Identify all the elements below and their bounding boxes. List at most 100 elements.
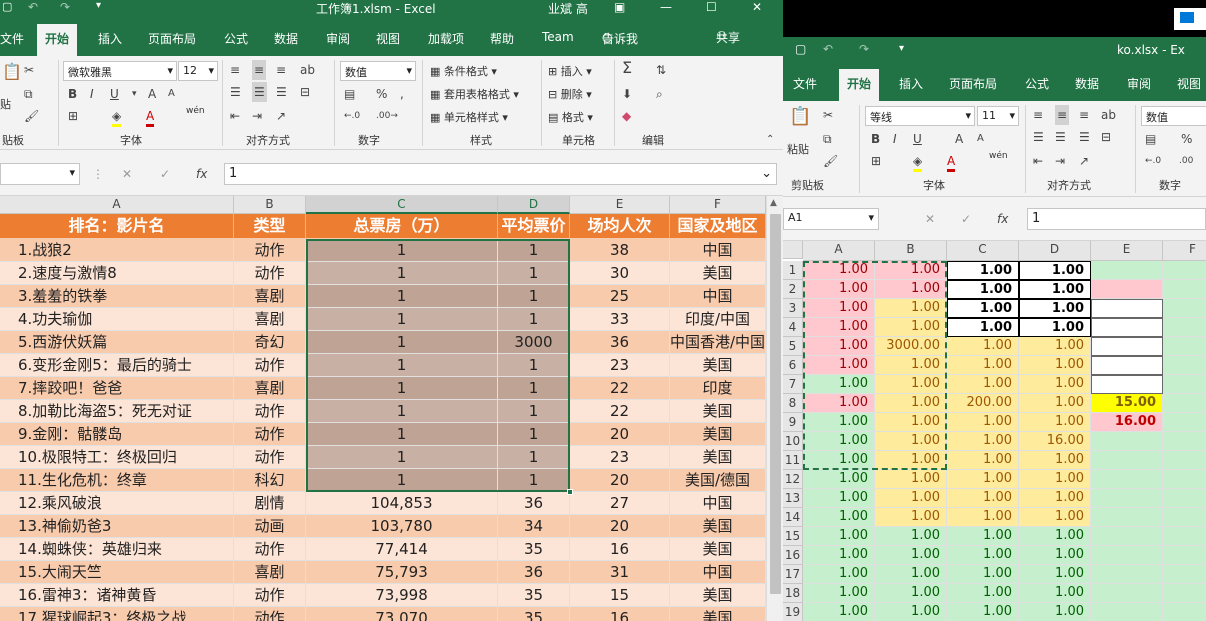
align-left-icon[interactable]: ☰	[1033, 129, 1044, 145]
grid-cell[interactable]	[1163, 299, 1206, 318]
grid-cell[interactable]: 1.00	[947, 432, 1019, 451]
font-color-icon[interactable]: A	[146, 108, 155, 127]
font-size-select[interactable]: 12 ▾	[178, 61, 218, 81]
worksheet-grid[interactable]: A B C D E F 排名：影片名 类型 总票房（万） 平均票价 场均人次 国家及地区 1.战狼2 动作…	[0, 196, 783, 621]
row-header[interactable]: 13	[783, 489, 803, 508]
orientation-icon[interactable]: ↗	[1079, 153, 1089, 169]
row-header[interactable]: 11	[783, 451, 803, 470]
tab-file[interactable]: 文件	[793, 75, 817, 92]
grid-cell[interactable]: 1.00	[803, 565, 875, 584]
row-header[interactable]: 2	[783, 280, 803, 299]
align-right-icon[interactable]: ☰	[276, 84, 287, 100]
column-header-e[interactable]: E	[1091, 241, 1163, 261]
table-cell[interactable]: 35	[498, 607, 570, 621]
table-cell[interactable]: 1	[306, 331, 498, 354]
number-format-select[interactable]: 数值	[1141, 106, 1206, 126]
table-cell[interactable]: 36	[570, 331, 670, 354]
tab-page-layout[interactable]: 页面布局	[949, 75, 997, 92]
align-top-icon[interactable]: ≡	[230, 62, 240, 78]
row-header[interactable]: 5	[783, 337, 803, 356]
grid-cell[interactable]	[1163, 565, 1206, 584]
grid-cell[interactable]: 1.00	[947, 451, 1019, 470]
table-cell[interactable]: 1	[306, 354, 498, 377]
grid-cell[interactable]: 15.00	[1091, 394, 1163, 413]
column-header-f[interactable]: F	[1163, 241, 1206, 261]
table-cell[interactable]: 美国	[670, 400, 766, 423]
table-cell[interactable]: 印度	[670, 377, 766, 400]
grid-cell[interactable]: 1.00	[1019, 451, 1091, 470]
insert-function-icon[interactable]: fx	[997, 211, 1008, 227]
tab-home[interactable]: 开始	[37, 24, 78, 59]
grid-cell[interactable]	[1091, 432, 1163, 451]
grid-cell[interactable]: 1.00	[1019, 565, 1091, 584]
wrap-text-icon[interactable]: ab	[300, 62, 315, 78]
grid-cell[interactable]: 1.00	[803, 584, 875, 603]
table-cell[interactable]: 动作	[234, 423, 306, 446]
grid-cell[interactable]	[1163, 603, 1206, 621]
grid-cell[interactable]: 1.00	[803, 375, 875, 394]
grid-cell[interactable]	[1091, 489, 1163, 508]
grid-cell[interactable]	[1091, 603, 1163, 621]
table-cell[interactable]: 动作	[234, 354, 306, 377]
row-header[interactable]: 6	[783, 356, 803, 375]
minimize-icon[interactable]: —	[660, 0, 672, 14]
align-center-icon[interactable]: ☰	[1055, 129, 1066, 145]
insert-function-icon[interactable]: fx	[196, 166, 207, 182]
grid-cell[interactable]	[1091, 584, 1163, 603]
grid-cell[interactable]: 1.00	[803, 603, 875, 621]
tab-insert[interactable]: 插入	[899, 75, 923, 92]
grid-cell[interactable]	[1163, 337, 1206, 356]
table-cell[interactable]: 美国	[670, 607, 766, 621]
table-cell[interactable]: 喜剧	[234, 561, 306, 584]
grid-cell[interactable]: 1.00	[1019, 375, 1091, 394]
find-select-icon[interactable]: ⌕	[656, 86, 663, 102]
table-header-cell[interactable]: 场均人次	[570, 214, 670, 239]
grid-cell[interactable]: 1.00	[947, 584, 1019, 603]
undo-icon[interactable]: ↶	[28, 0, 38, 14]
decrease-decimal-icon[interactable]: .00→	[376, 108, 398, 124]
table-cell[interactable]: 14.蜘蛛侠：英雄归来	[0, 538, 234, 561]
table-cell[interactable]: 11.生化危机：终章	[0, 469, 234, 492]
table-cell[interactable]: 8.加勒比海盗5：死无对证	[0, 400, 234, 423]
taskbar-app-icon[interactable]	[1174, 8, 1206, 30]
grid-cell[interactable]	[1163, 356, 1206, 375]
grid-cell[interactable]: 1.00	[875, 489, 947, 508]
table-cell[interactable]: 喜剧	[234, 285, 306, 308]
table-cell[interactable]: 中国	[670, 492, 766, 515]
table-cell[interactable]: 17.猩球崛起3：终极之战	[0, 607, 234, 621]
table-cell[interactable]: 动作	[234, 538, 306, 561]
table-cell[interactable]: 16	[570, 607, 670, 621]
cut-icon[interactable]: ✂	[823, 107, 833, 123]
table-cell[interactable]: 27	[570, 492, 670, 515]
formula-input[interactable]: 1 ⌄	[224, 163, 777, 185]
name-box[interactable]: A1 ▾	[783, 208, 879, 230]
table-cell[interactable]: 36	[498, 561, 570, 584]
column-header-b[interactable]: B	[875, 241, 947, 261]
grid-cell[interactable]: 1.00	[947, 527, 1019, 546]
table-cell[interactable]: 美国	[670, 354, 766, 377]
grid-cell[interactable]: 1.00	[875, 299, 947, 318]
table-cell[interactable]: 15.大闹天竺	[0, 561, 234, 584]
table-header-cell[interactable]: 类型	[234, 214, 306, 239]
grid-cell[interactable]: 1.00	[947, 470, 1019, 489]
grid-cell[interactable]: 1.00	[875, 527, 947, 546]
quick-access-dropdown-icon[interactable]: ▾	[96, 0, 101, 11]
grid-cell[interactable]	[1091, 356, 1163, 375]
copy-icon[interactable]: ⧉	[823, 131, 832, 147]
table-cell[interactable]: 美国	[670, 423, 766, 446]
grid-cell[interactable]: 1.00	[947, 508, 1019, 527]
grid-cell[interactable]: 1.00	[803, 508, 875, 527]
table-cell[interactable]: 美国	[670, 538, 766, 561]
grid-cell[interactable]: 1.00	[803, 432, 875, 451]
table-cell[interactable]: 20	[570, 469, 670, 492]
grid-cell[interactable]: 1.00	[947, 375, 1019, 394]
delete-cells-button[interactable]: ⊟ 删除 ▾	[548, 86, 592, 102]
phonetic-icon[interactable]: wén	[989, 151, 1008, 161]
table-cell[interactable]: 美国	[670, 584, 766, 607]
increase-decimal-icon[interactable]: ←.0	[1145, 153, 1161, 169]
increase-indent-icon[interactable]: ⇥	[1055, 153, 1065, 169]
italic-icon[interactable]: I	[893, 131, 897, 147]
grid-cell[interactable]	[1163, 546, 1206, 565]
grid-cell[interactable]	[1091, 527, 1163, 546]
tab-view[interactable]: 视图	[376, 30, 400, 47]
